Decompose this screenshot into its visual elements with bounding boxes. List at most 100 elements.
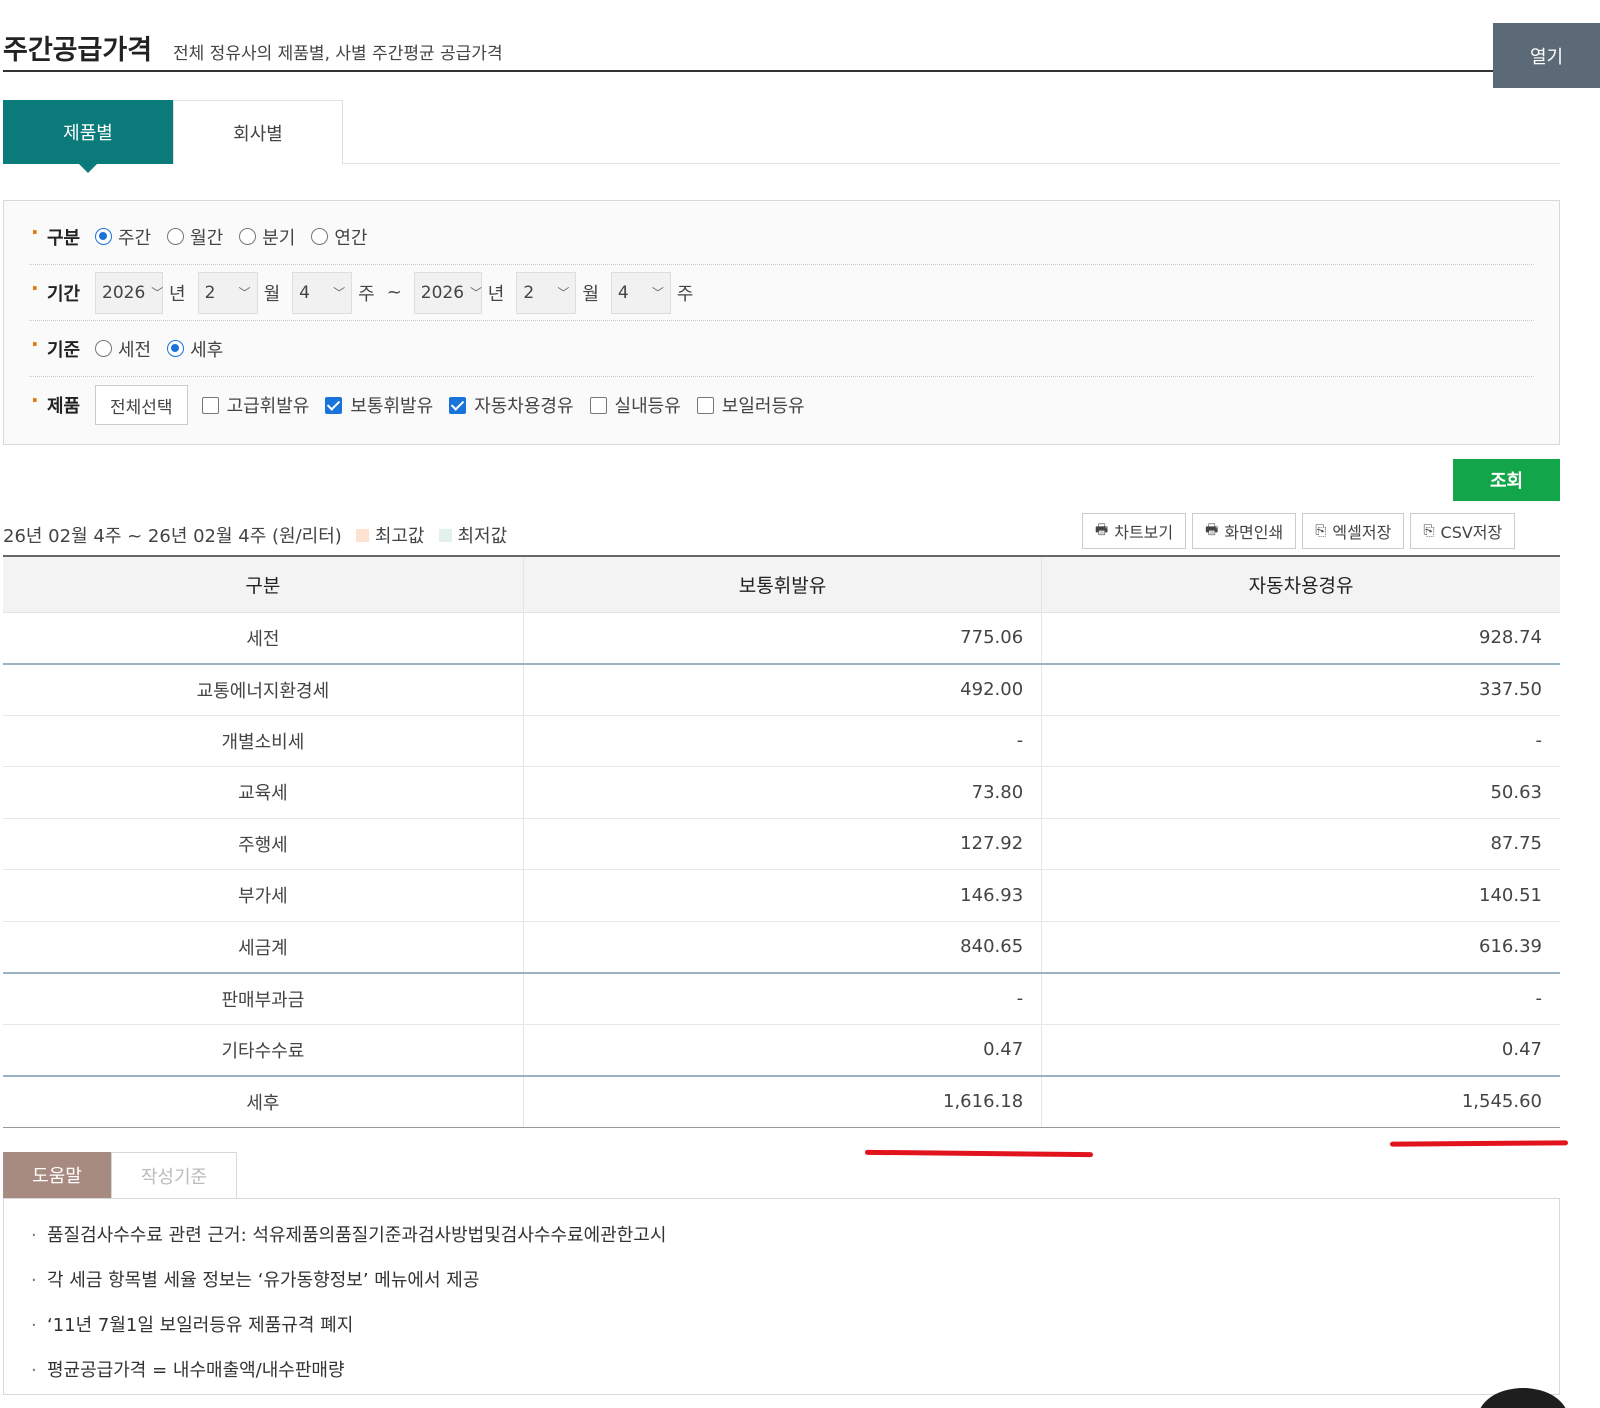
chevron-down-icon: ﹀ bbox=[470, 286, 483, 300]
to-week-select[interactable]: 4 ﹀ bbox=[610, 271, 671, 314]
filter-panel: 구분 주간 월간 분기 연간 기간 2026﹀ 년 2﹀ 월 4﹀ 주 ~ 20… bbox=[3, 200, 1560, 445]
radio-icon bbox=[167, 340, 185, 357]
table-row: 주행세 127.92 87.75 bbox=[3, 818, 1560, 870]
cell-value: 492.00 bbox=[523, 663, 1043, 716]
chart-view-button[interactable]: 🖶 차트보기 bbox=[1082, 513, 1187, 549]
cell-value: 87.75 bbox=[1041, 818, 1560, 870]
division-label: 구분 bbox=[29, 220, 95, 250]
cell-value: 50.63 bbox=[1041, 766, 1560, 819]
page-header: 주간공급가격 전체 정유사의 제품별, 사별 주간평균 공급가격 bbox=[3, 22, 1493, 72]
print-button[interactable]: 🖶 화면인쇄 bbox=[1192, 513, 1297, 549]
cell-value: - bbox=[523, 972, 1043, 1025]
from-year-select[interactable]: 2026 ﹀ bbox=[95, 271, 164, 314]
tab-by-product[interactable]: 제품별 bbox=[3, 100, 173, 173]
printer-icon: 🖶 bbox=[1095, 522, 1109, 538]
select-value: 2 bbox=[204, 282, 216, 303]
cell-value: 127.92 bbox=[523, 818, 1043, 870]
select-value: 4 bbox=[299, 282, 310, 303]
tab-criteria[interactable]: 작성기준 bbox=[111, 1152, 237, 1198]
checkbox-label: 고급휘발유 bbox=[226, 396, 310, 417]
unit-month: 월 bbox=[582, 283, 599, 305]
select-value: 2026 bbox=[102, 282, 146, 303]
radio-weekly[interactable]: 주간 bbox=[95, 224, 151, 250]
radio-label: 세후 bbox=[190, 339, 224, 361]
select-value: 2 bbox=[523, 282, 535, 303]
row-label: 세후 bbox=[3, 1075, 524, 1128]
row-label: 교육세 bbox=[3, 766, 524, 819]
unit-year: 년 bbox=[487, 283, 505, 305]
view-tabs: 제품별 회사별 bbox=[3, 100, 1560, 173]
radio-label: 연간 bbox=[334, 227, 368, 249]
row-label: 기타수수료 bbox=[3, 1024, 524, 1077]
unit-week: 주 bbox=[676, 283, 694, 305]
chevron-down-icon: ﹀ bbox=[651, 286, 664, 300]
column-header: 보통휘발유 bbox=[523, 556, 1043, 613]
legend-max-swatch bbox=[355, 528, 369, 542]
legend-min-label: 최저값 bbox=[457, 526, 508, 547]
checkbox-label: 보통휘발유 bbox=[350, 396, 434, 417]
open-button[interactable]: 열기 bbox=[1493, 23, 1600, 88]
table-row: 기타수수료 0.47 0.47 bbox=[3, 1024, 1560, 1077]
cell-value: 775.06 bbox=[523, 612, 1043, 665]
tab-help[interactable]: 도움말 bbox=[3, 1152, 111, 1198]
checkbox-label: 실내등유 bbox=[614, 396, 681, 417]
search-button[interactable]: 조회 bbox=[1453, 459, 1560, 501]
button-label: 차트보기 bbox=[1114, 523, 1174, 542]
filter-row-division: 구분 주간 월간 분기 연간 bbox=[29, 209, 1534, 265]
radio-pretax[interactable]: 세전 bbox=[95, 336, 151, 362]
help-item: 평균공급가격 = 내수매출액/내수판매량 bbox=[29, 1348, 1559, 1393]
cell-value: 140.51 bbox=[1041, 869, 1560, 922]
help-item: ‘11년 7월1일 보일러등유 제품규격 폐지 bbox=[29, 1303, 1559, 1348]
red-underline-annotation bbox=[1389, 1140, 1569, 1147]
page-subtitle: 전체 정유사의 제품별, 사별 주간평균 공급가격 bbox=[173, 44, 503, 64]
checkbox-boiler-kerosene[interactable]: 보일러등유 bbox=[696, 392, 805, 418]
cell-value: 616.39 bbox=[1041, 921, 1560, 974]
csv-save-button[interactable]: ⎘ CSV저장 bbox=[1410, 513, 1516, 549]
basis-label: 기준 bbox=[29, 332, 95, 362]
from-month-select[interactable]: 2 ﹀ bbox=[197, 271, 258, 314]
file-export-icon: ⎘ bbox=[1423, 523, 1435, 539]
filter-row-period: 기간 2026﹀ 년 2﹀ 월 4﹀ 주 ~ 2026﹀ 년 2﹀ 월 4﹀ 주 bbox=[29, 265, 1534, 321]
cell-value: 146.93 bbox=[523, 869, 1043, 922]
to-year-select[interactable]: 2026 ﹀ bbox=[413, 271, 483, 314]
to-month-select[interactable]: 2 ﹀ bbox=[516, 271, 577, 314]
unit-year: 년 bbox=[169, 283, 186, 305]
excel-save-button[interactable]: ⎘ 엑셀저장 bbox=[1302, 513, 1405, 549]
checkbox-diesel[interactable]: 자동차용경유 bbox=[449, 392, 574, 418]
checkbox-label: 자동차용경유 bbox=[474, 396, 574, 417]
period-label: 기간 bbox=[29, 276, 95, 306]
checkbox-regular-gasoline[interactable]: 보통휘발유 bbox=[325, 392, 433, 418]
page-title: 주간공급가격 bbox=[3, 35, 153, 66]
cell-value: 840.65 bbox=[523, 921, 1043, 974]
checkbox-icon bbox=[696, 396, 714, 414]
chevron-down-icon: ﹀ bbox=[151, 286, 164, 300]
checkbox-premium-gasoline[interactable]: 고급휘발유 bbox=[201, 392, 310, 418]
row-label: 세전 bbox=[3, 612, 524, 665]
radio-aftertax[interactable]: 세후 bbox=[167, 336, 223, 362]
table-row: 교육세 73.80 50.63 bbox=[3, 766, 1560, 819]
select-all-button[interactable]: 전체선택 bbox=[95, 385, 188, 425]
cell-value: 0.47 bbox=[1041, 1024, 1560, 1077]
select-value: 4 bbox=[617, 282, 629, 303]
button-label: 화면인쇄 bbox=[1224, 523, 1284, 542]
cell-value: 928.74 bbox=[1041, 612, 1560, 665]
cell-value: 337.50 bbox=[1041, 663, 1560, 716]
checkbox-indoor-kerosene[interactable]: 실내등유 bbox=[589, 392, 681, 418]
red-underline-annotation bbox=[864, 1149, 1094, 1158]
tab-by-company[interactable]: 회사별 bbox=[173, 100, 343, 164]
button-label: CSV저장 bbox=[1440, 523, 1503, 542]
from-week-select[interactable]: 4 ﹀ bbox=[292, 271, 353, 314]
cell-value: 1,545.60 bbox=[1041, 1075, 1560, 1128]
radio-yearly[interactable]: 연간 bbox=[311, 224, 368, 250]
row-label: 개별소비세 bbox=[3, 715, 524, 767]
cell-value: 1,616.18 bbox=[523, 1075, 1043, 1128]
row-label: 교통에너지환경세 bbox=[3, 663, 524, 716]
radio-icon bbox=[311, 228, 329, 245]
radio-monthly[interactable]: 월간 bbox=[167, 224, 223, 250]
radio-quarterly[interactable]: 분기 bbox=[239, 224, 295, 250]
checkbox-label: 보일러등유 bbox=[721, 396, 805, 417]
cell-value: - bbox=[523, 715, 1043, 767]
chevron-down-icon: ﹀ bbox=[238, 286, 251, 300]
table-row: 세금계 840.65 616.39 bbox=[3, 921, 1560, 974]
cell-value: 73.80 bbox=[523, 766, 1043, 819]
